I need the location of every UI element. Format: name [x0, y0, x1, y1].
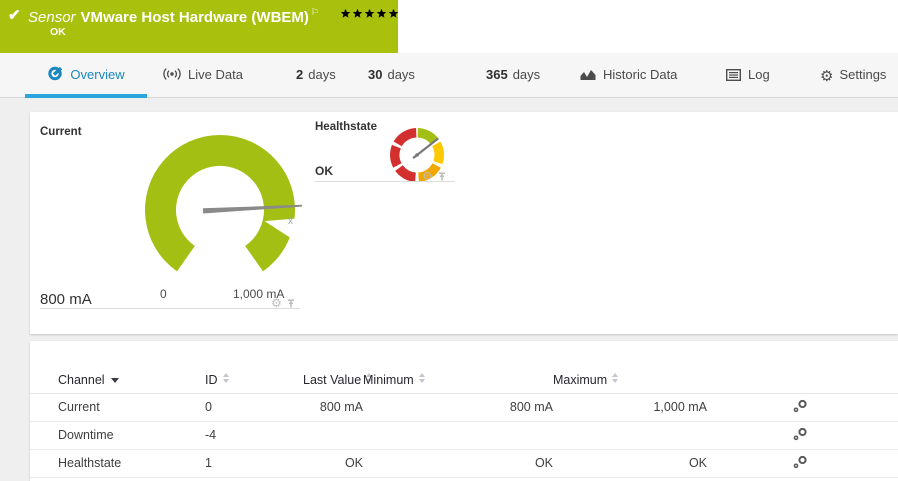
channel-name-cell[interactable]: Healthstate — [30, 449, 205, 478]
panel-divider — [40, 308, 300, 309]
tab-label: Settings — [839, 67, 887, 82]
channel-settings-icon[interactable] — [707, 455, 808, 472]
tab-label: Log — [748, 67, 770, 82]
gear-icon: ⚙ — [820, 68, 834, 85]
tab-settings[interactable]: ⚙ Settings — [820, 53, 886, 97]
channel-id-cell: 0 — [205, 393, 303, 422]
star-rating[interactable] — [340, 6, 400, 24]
area-chart-icon — [580, 55, 596, 99]
tab-2-days[interactable]: 2 days — [296, 53, 336, 97]
channel-id-cell: -4 — [205, 421, 303, 450]
channel-settings-icon[interactable] — [707, 399, 808, 416]
minimum-cell: 800 mA — [363, 393, 553, 422]
current-gauge — [145, 134, 302, 272]
channels-table: Channel ID Last Value Minimum Maximum Cu… — [30, 367, 898, 478]
panel-title: Healthstate — [315, 121, 377, 133]
gauge-scale-min: 0 — [160, 287, 167, 301]
pin-icon[interactable] — [286, 296, 296, 314]
flag-icon[interactable]: ⚐ — [311, 7, 319, 17]
tab-label: Overview — [70, 67, 125, 82]
broadcast-icon — [163, 55, 181, 99]
tab-overview[interactable]: Overview — [25, 53, 147, 98]
sensor-title-line: Sensor VMware Host Hardware (WBEM) ⚐ — [28, 7, 319, 26]
top-strip: ✔ Sensor VMware Host Hardware (WBEM) ⚐ OK — [0, 0, 898, 53]
tab-label: Live Data — [188, 67, 243, 82]
mean-marker: x̄ — [288, 216, 293, 227]
gauge-value: OK — [315, 164, 333, 178]
tab-label: Historic Data — [603, 67, 678, 82]
tab-label: days — [308, 67, 336, 82]
log-icon — [725, 55, 742, 99]
column-last-value[interactable]: Last Value — [303, 367, 373, 394]
maximum-cell: OK — [553, 449, 707, 478]
tab-label: days — [512, 67, 541, 82]
tab-log[interactable]: Log — [725, 53, 770, 99]
channels-card: Channel ID Last Value Minimum Maximum Cu… — [30, 341, 898, 481]
tab-number: 30 — [368, 67, 383, 82]
star-icon[interactable] — [388, 8, 399, 19]
overview-gauges-card: Current x̄ 0 1,000 mA 800 mA ⚙ Healthsta… — [30, 112, 898, 334]
tab-365-days[interactable]: 365 days — [486, 53, 540, 97]
panel-divider — [315, 181, 455, 182]
channel-settings-icon[interactable] — [707, 427, 808, 444]
sort-icon — [418, 372, 425, 383]
sensor-status-banner: ✔ Sensor VMware Host Hardware (WBEM) ⚐ OK — [0, 0, 398, 53]
star-icon[interactable] — [364, 8, 375, 19]
table-row[interactable]: Downtime -4 — [30, 421, 898, 450]
sensor-status: OK — [50, 26, 66, 38]
table-row[interactable]: Healthstate 1 OK OK OK — [30, 449, 898, 478]
sensor-kind-label: Sensor — [28, 9, 76, 26]
gauge-value: 800 mA — [40, 291, 92, 308]
pin-icon[interactable] — [437, 169, 447, 187]
tab-label: days — [387, 67, 415, 82]
tab-historic-data[interactable]: Historic Data — [580, 53, 677, 97]
maximum-cell: 1,000 mA — [553, 393, 707, 422]
channel-name-cell[interactable]: Downtime — [30, 421, 205, 450]
gauge-icon — [47, 55, 63, 99]
tab-live-data[interactable]: Live Data — [163, 53, 243, 97]
column-channel[interactable]: Channel — [30, 367, 205, 394]
tab-30-days[interactable]: 30 days — [368, 53, 415, 97]
tab-number: 365 — [486, 67, 508, 82]
star-icon[interactable] — [352, 8, 363, 19]
last-value-cell: 800 mA — [303, 393, 363, 422]
tab-number: 2 — [296, 67, 304, 82]
column-minimum[interactable]: Minimum — [363, 367, 553, 394]
column-maximum[interactable]: Maximum — [553, 367, 707, 394]
last-value-cell — [303, 421, 363, 450]
minimum-cell — [363, 421, 553, 450]
star-icon[interactable] — [340, 8, 351, 19]
check-icon: ✔ — [8, 7, 21, 24]
sensor-title: VMware Host Hardware (WBEM) — [80, 9, 309, 26]
sort-icon — [222, 372, 229, 383]
tab-bar: Overview Live Data 2 days 30 days 365 days … — [0, 53, 898, 98]
minimum-cell: OK — [363, 449, 553, 478]
panel-title: Current — [40, 126, 82, 138]
channel-id-cell: 1 — [205, 449, 303, 478]
last-value-cell: OK — [303, 449, 363, 478]
star-icon[interactable] — [376, 8, 387, 19]
sort-icon — [612, 372, 619, 383]
column-id[interactable]: ID — [205, 367, 303, 394]
sort-desc-icon — [110, 377, 119, 383]
table-row[interactable]: Current 0 800 mA 800 mA 1,000 mA — [30, 393, 898, 422]
maximum-cell — [553, 421, 707, 450]
table-header-row: Channel ID Last Value Minimum Maximum — [30, 367, 898, 394]
channel-name-cell[interactable]: Current — [30, 393, 205, 422]
